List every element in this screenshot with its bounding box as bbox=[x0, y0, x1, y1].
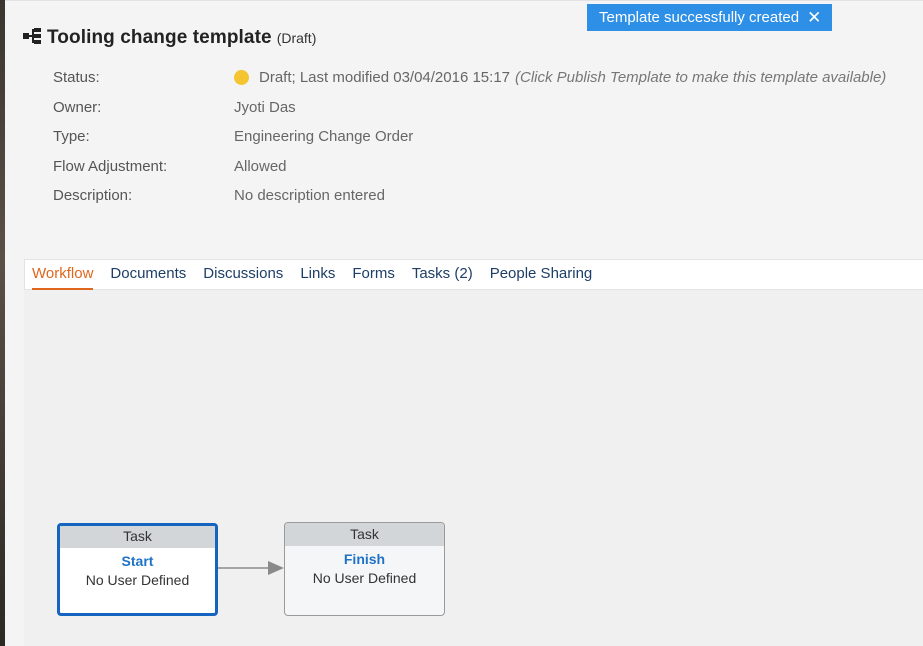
connector-arrow bbox=[218, 561, 284, 575]
tab-people-sharing[interactable]: People Sharing bbox=[490, 260, 593, 290]
property-row-status: Status: Draft; Last modified 03/04/2016 … bbox=[53, 63, 923, 93]
property-label: Type: bbox=[53, 128, 90, 146]
workflow-node-finish[interactable]: Task Finish No User Defined bbox=[284, 522, 445, 616]
workflow-node-start[interactable]: Task Start No User Defined bbox=[57, 523, 218, 616]
property-row-owner: Owner: Jyoti Das bbox=[53, 93, 923, 123]
tab-bar: Workflow Documents Discussions Links For… bbox=[24, 259, 923, 290]
node-user: No User Defined bbox=[312, 570, 417, 586]
close-icon[interactable]: ✕ bbox=[807, 9, 821, 26]
node-type: Task bbox=[285, 523, 444, 546]
node-name[interactable]: Finish bbox=[285, 551, 444, 567]
property-label: Description: bbox=[53, 187, 133, 205]
title-state: (Draft) bbox=[276, 30, 317, 46]
toast-message: Template successfully created bbox=[599, 9, 800, 26]
workflow-hierarchy-icon bbox=[23, 28, 41, 44]
property-label: Status: bbox=[53, 69, 100, 87]
property-label: Owner: bbox=[53, 98, 102, 116]
property-value: Draft; Last modified 03/04/2016 15:17 (C… bbox=[234, 69, 886, 86]
node-name[interactable]: Start bbox=[60, 553, 215, 569]
property-row-type: Type: Engineering Change Order bbox=[53, 122, 923, 152]
page-title: Tooling change template bbox=[47, 27, 272, 48]
node-type: Task bbox=[60, 526, 215, 548]
property-value: Jyoti Das bbox=[234, 98, 296, 116]
tab-links[interactable]: Links bbox=[300, 260, 335, 290]
property-row-flow-adjustment: Flow Adjustment: Allowed bbox=[53, 152, 923, 182]
status-text: Draft; Last modified 03/04/2016 15:17 bbox=[259, 69, 511, 87]
tab-documents[interactable]: Documents bbox=[110, 260, 186, 290]
property-row-description: Description: No description entered bbox=[53, 181, 923, 211]
tab-discussions[interactable]: Discussions bbox=[203, 260, 283, 290]
property-label: Flow Adjustment: bbox=[53, 157, 168, 175]
success-toast: Template successfully created ✕ bbox=[587, 4, 832, 31]
tab-forms[interactable]: Forms bbox=[352, 260, 395, 290]
status-hint: (Click Publish Template to make this tem… bbox=[515, 69, 887, 87]
property-value: No description entered bbox=[234, 187, 385, 205]
tab-workflow[interactable]: Workflow bbox=[32, 260, 94, 290]
properties-list: Status: Draft; Last modified 03/04/2016 … bbox=[53, 63, 923, 211]
template-header: Tooling change template (Draft) Status: … bbox=[5, 0, 923, 238]
property-value: Engineering Change Order bbox=[234, 128, 414, 146]
property-value: Allowed bbox=[234, 157, 287, 175]
tab-tasks[interactable]: Tasks (2) bbox=[412, 260, 473, 290]
node-user: No User Defined bbox=[85, 572, 190, 588]
title-row: Tooling change template (Draft) bbox=[23, 25, 316, 49]
status-dot-icon bbox=[234, 70, 249, 86]
